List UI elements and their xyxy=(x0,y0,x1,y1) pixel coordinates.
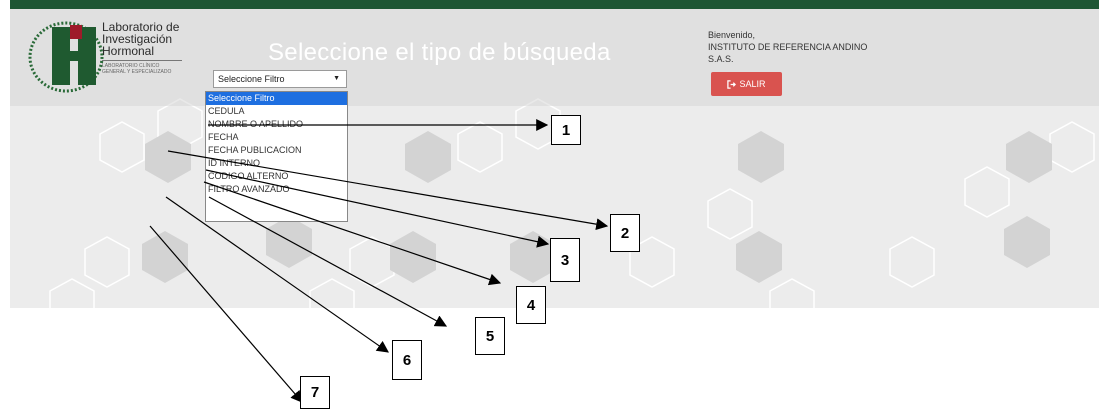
logout-button[interactable]: SALIR xyxy=(711,72,782,96)
page-title: Seleccione el tipo de búsqueda xyxy=(268,39,611,66)
logo-text: Laboratorio de Investigación Hormonal LA… xyxy=(102,21,182,75)
filter-select[interactable]: Seleccione Filtro ▼ xyxy=(213,70,347,88)
welcome-text: Bienvenido, xyxy=(708,30,756,40)
header: Laboratorio de Investigación Hormonal LA… xyxy=(10,9,1099,106)
logout-label: SALIR xyxy=(739,79,766,89)
callout-5: 5 xyxy=(475,317,505,355)
chevron-down-icon: ▼ xyxy=(333,75,340,82)
top-bar xyxy=(10,0,1099,9)
user-name-suffix: S.A.S. xyxy=(708,54,734,64)
filter-option-fecha-publicacion[interactable]: FECHA PUBLICACION xyxy=(206,144,347,157)
callout-4: 4 xyxy=(516,286,546,324)
callout-3: 3 xyxy=(550,238,580,282)
logo-subtitle2: GENERAL Y ESPECIALIZADO xyxy=(102,69,172,75)
filter-option-id-interno[interactable]: ID INTERNO xyxy=(206,157,347,170)
callout-2: 2 xyxy=(610,214,640,252)
filter-option-nombre[interactable]: NOMBRE O APELLIDO xyxy=(206,118,347,131)
filter-option-fecha[interactable]: FECHA xyxy=(206,131,347,144)
callout-1: 1 xyxy=(551,115,581,145)
filter-option-cedula[interactable]: CEDULA xyxy=(206,105,347,118)
filter-option-seleccione[interactable]: Seleccione Filtro xyxy=(206,92,347,105)
filter-dropdown: Seleccione Filtro CEDULA NOMBRE O APELLI… xyxy=(205,91,348,222)
callout-6: 6 xyxy=(392,340,422,380)
user-name: INSTITUTO DE REFERENCIA ANDINO xyxy=(708,42,868,52)
sign-out-icon xyxy=(727,79,737,89)
logo-line3: Hormonal xyxy=(102,44,155,58)
filter-selected-value: Seleccione Filtro xyxy=(218,74,285,84)
welcome-block: Bienvenido, INSTITUTO DE REFERENCIA ANDI… xyxy=(708,29,938,65)
filter-option-codigo-alterno[interactable]: CODIGO ALTERNO xyxy=(206,170,347,183)
filter-option-filtro-avanzado[interactable]: FILTRO AVANZADO xyxy=(206,183,347,196)
callout-7: 7 xyxy=(300,376,330,409)
